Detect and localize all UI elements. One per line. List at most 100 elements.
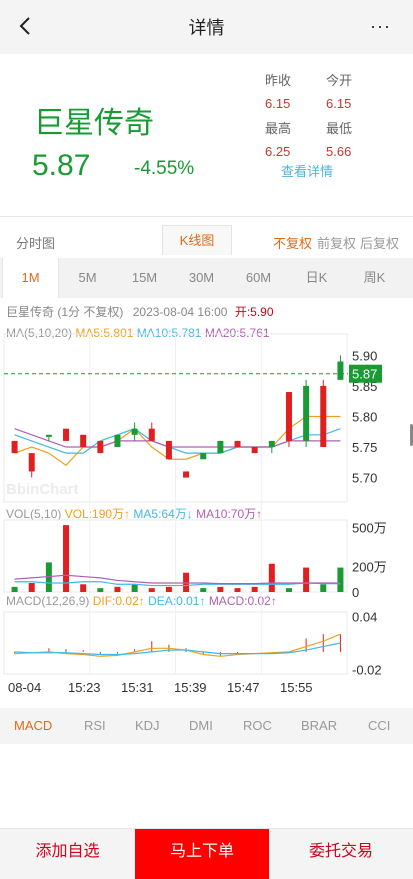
candle bbox=[285, 392, 292, 441]
stat-label: 最低 bbox=[326, 121, 353, 136]
volume-bar bbox=[337, 567, 344, 592]
macd-axis-label: 0.04 bbox=[352, 609, 377, 624]
candle bbox=[165, 440, 172, 460]
volume-bar bbox=[131, 584, 138, 592]
stat-prev-close: 昨收 6.15 bbox=[265, 70, 291, 111]
indicator-macd[interactable]: MACD bbox=[14, 718, 52, 733]
stat-open: 今开 6.15 bbox=[326, 70, 352, 111]
volume-bar bbox=[217, 586, 224, 592]
indicator-rsi[interactable]: RSI bbox=[84, 718, 106, 733]
adjust-forward[interactable]: 前复权 bbox=[317, 233, 356, 252]
stat-label: 昨收 bbox=[265, 73, 292, 88]
price-axis-label: 5.75 bbox=[352, 440, 377, 455]
time-axis-label: 15:23 bbox=[68, 680, 101, 695]
period-daily[interactable]: 日K bbox=[288, 258, 345, 298]
adjust-none[interactable]: 不复权 bbox=[273, 233, 312, 252]
vol-axis-label: 500万 bbox=[352, 521, 387, 536]
candle bbox=[97, 440, 104, 454]
indicator-kdj[interactable]: KDJ bbox=[135, 718, 160, 733]
candle bbox=[217, 440, 224, 454]
indicator-brar[interactable]: BRAR bbox=[301, 718, 337, 733]
volume-bar bbox=[97, 588, 104, 592]
volume-bar bbox=[11, 586, 18, 592]
candle bbox=[80, 434, 87, 448]
volume-bar bbox=[285, 588, 292, 592]
back-arrow-icon[interactable] bbox=[14, 14, 38, 38]
candle bbox=[251, 447, 258, 454]
stock-summary: 巨星传奇 5.87 -4.55% 昨收 6.15 今开 6.15 最高 6.25… bbox=[0, 54, 413, 216]
time-axis-label: 15:31 bbox=[121, 680, 154, 695]
period-weekly[interactable]: 周K bbox=[346, 258, 403, 298]
top-bar: 详情 ··· bbox=[0, 0, 413, 54]
kline-chart[interactable]: 巨星传奇 (1分 不复权) 2023-08-04 16:00 开:5.90 MA… bbox=[0, 298, 413, 708]
candle bbox=[183, 471, 190, 478]
chart-type-tabs: 分时图 K线图 不复权 前复权 后复权 bbox=[0, 222, 413, 258]
volume-bar bbox=[183, 572, 190, 592]
time-axis-label: 15:47 bbox=[227, 680, 260, 695]
stat-label: 今开 bbox=[326, 73, 353, 88]
period-1m[interactable]: 1M bbox=[2, 258, 59, 298]
indicator-tabs: MACD RSI KDJ DMI ROC BRAR CCI bbox=[0, 708, 413, 744]
chart-canvas: BbinChart5.905.855.805.755.705.87500万200… bbox=[3, 333, 387, 695]
candle bbox=[11, 440, 18, 454]
volume-bar bbox=[268, 563, 275, 592]
volume-bar bbox=[320, 584, 327, 592]
volume-bar bbox=[200, 588, 207, 592]
vol-axis-label: 200万 bbox=[352, 559, 387, 574]
time-axis-label: 08-04 bbox=[8, 680, 41, 695]
macd-axis-label: -0.02 bbox=[352, 663, 382, 678]
volume-bar bbox=[234, 588, 241, 592]
volume-bar bbox=[303, 567, 310, 592]
price-axis-label: 5.90 bbox=[352, 348, 377, 363]
candle bbox=[268, 440, 275, 448]
tab-intraday[interactable]: 分时图 bbox=[16, 233, 55, 252]
candle bbox=[114, 434, 121, 448]
page-title: 详情 bbox=[188, 18, 225, 38]
period-60m[interactable]: 60M bbox=[230, 258, 287, 298]
period-15m[interactable]: 15M bbox=[116, 258, 173, 298]
stat-value: 6.15 bbox=[265, 96, 291, 111]
time-axis-label: 15:55 bbox=[280, 680, 313, 695]
volume-bar bbox=[80, 584, 87, 592]
candle bbox=[234, 440, 241, 448]
candle bbox=[45, 434, 52, 437]
change-percent: -4.55% bbox=[134, 158, 195, 179]
stat-label: 最高 bbox=[265, 121, 292, 136]
entrust-trade-button[interactable]: 委托交易 bbox=[269, 829, 413, 879]
candle bbox=[303, 385, 310, 441]
period-5m[interactable]: 5M bbox=[59, 258, 116, 298]
vol-axis-label: 0 bbox=[352, 585, 359, 600]
place-order-button[interactable]: 马上下单 bbox=[135, 829, 269, 879]
volume-bar bbox=[251, 586, 258, 592]
volume-bar bbox=[148, 588, 155, 592]
stat-low: 最低 5.66 bbox=[326, 118, 352, 159]
chart-watermark: BbinChart bbox=[6, 481, 79, 498]
candle bbox=[131, 428, 138, 435]
candle bbox=[63, 428, 70, 441]
add-watchlist-button[interactable]: 添加自选 bbox=[0, 829, 135, 879]
period-30m[interactable]: 30M bbox=[173, 258, 230, 298]
divider bbox=[0, 216, 413, 217]
indicator-cci[interactable]: CCI bbox=[368, 718, 390, 733]
stat-high: 最高 6.25 bbox=[265, 118, 291, 159]
volume-bar bbox=[63, 525, 70, 592]
stock-name: 巨星传奇 bbox=[34, 107, 154, 140]
bottom-action-bar: 添加自选 马上下单 委托交易 bbox=[0, 828, 413, 879]
volume-bar bbox=[165, 586, 172, 592]
candle bbox=[148, 428, 155, 441]
adjust-backward[interactable]: 后复权 bbox=[360, 233, 399, 252]
current-price: 5.87 bbox=[32, 149, 91, 182]
view-details-link[interactable]: 查看详情 bbox=[281, 161, 333, 180]
indicator-dmi[interactable]: DMI bbox=[189, 718, 213, 733]
candle bbox=[337, 361, 344, 380]
tab-kline[interactable]: K线图 bbox=[162, 225, 232, 255]
more-menu-icon[interactable]: ··· bbox=[370, 16, 391, 37]
period-tabs: 1M 5M 15M 30M 60M 日K 周K bbox=[0, 258, 413, 298]
volume-bar bbox=[28, 583, 35, 592]
time-axis-label: 15:39 bbox=[174, 680, 207, 695]
stat-value: 6.15 bbox=[326, 96, 352, 111]
indicator-roc[interactable]: ROC bbox=[243, 718, 272, 733]
candle bbox=[200, 453, 207, 460]
stat-value: 6.25 bbox=[265, 144, 291, 159]
stat-value: 5.66 bbox=[326, 144, 352, 159]
